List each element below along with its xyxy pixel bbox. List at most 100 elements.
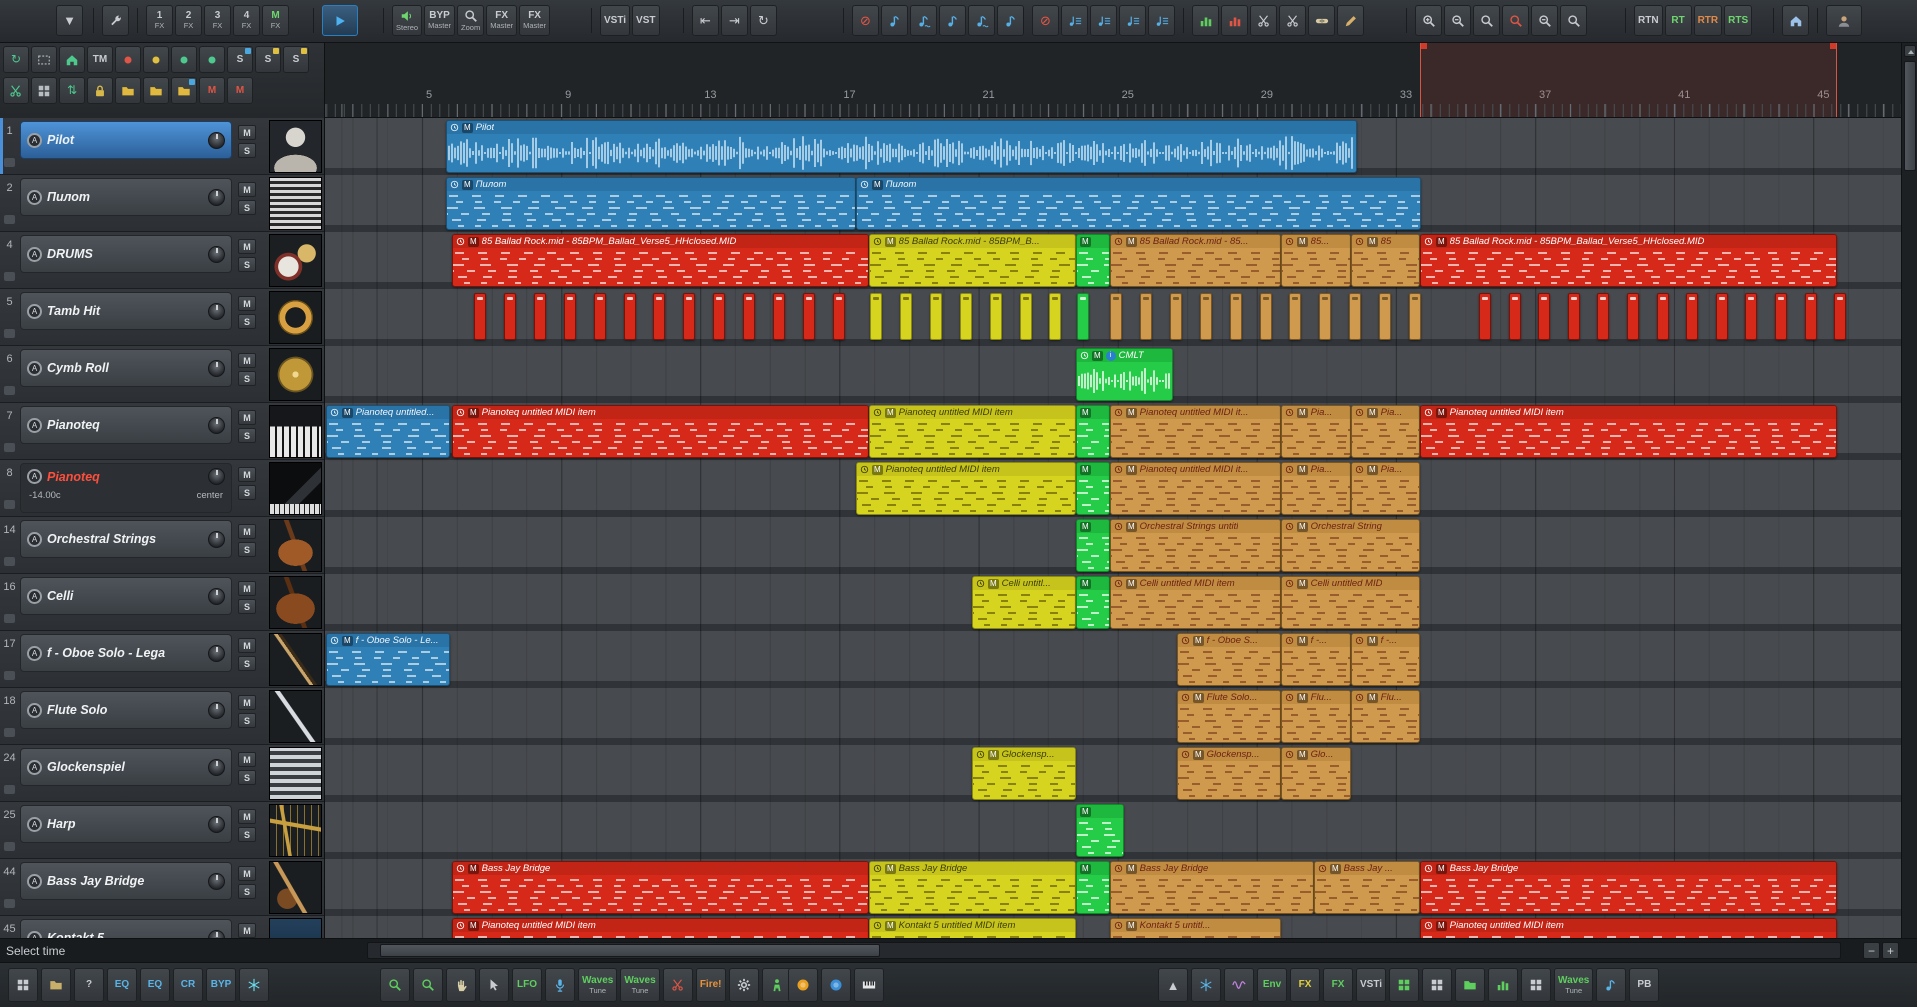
- meter-a[interactable]: [1192, 5, 1219, 36]
- options[interactable]: [102, 5, 129, 36]
- media-item[interactable]: M Bass Jay Bridge: [452, 861, 869, 914]
- media-item[interactable]: Mf -...: [1281, 633, 1351, 686]
- cursor-to-start[interactable]: ⇤: [692, 5, 719, 36]
- mute-button[interactable]: M: [238, 125, 256, 140]
- record-arm-button[interactable]: A: [27, 531, 42, 547]
- mute-button[interactable]: M: [238, 866, 256, 881]
- media-item-stab[interactable]: [1289, 293, 1302, 340]
- screenset-2[interactable]: 2 FX: [175, 5, 202, 36]
- media-item[interactable]: M Pia...: [1351, 462, 1420, 515]
- midi-tool-2[interactable]: [910, 5, 937, 36]
- media-item[interactable]: M Pianoteq untitled MIDI it...: [1110, 405, 1281, 458]
- media-item[interactable]: M: [1076, 861, 1110, 914]
- media-item[interactable]: M Celli untitled MIDI item: [1110, 576, 1281, 629]
- track-row-4[interactable]: 4 A DRUMS M S: [0, 232, 324, 289]
- freeze-b[interactable]: [1191, 968, 1221, 1002]
- pan-knob[interactable]: [208, 815, 225, 833]
- pan-knob[interactable]: [208, 701, 225, 719]
- media-item[interactable]: M Pianoteq untitled MIDI item: [869, 405, 1076, 458]
- crop-items[interactable]: [1279, 5, 1306, 36]
- media-item-stab[interactable]: [1379, 293, 1392, 340]
- master-byp[interactable]: BYP Master: [424, 5, 456, 36]
- cursor-to-end[interactable]: ⇥: [721, 5, 748, 36]
- media-item-stab[interactable]: [683, 293, 696, 340]
- media-item-stab[interactable]: [959, 293, 972, 340]
- media-item-stab[interactable]: [773, 293, 785, 340]
- mute-button[interactable]: M: [238, 467, 256, 482]
- midi-tool-5[interactable]: [997, 5, 1024, 36]
- track-row-6[interactable]: 6 A Cymb Roll M S: [0, 346, 324, 403]
- media-item-stab[interactable]: [1597, 293, 1610, 340]
- freeze-a[interactable]: [239, 968, 269, 1002]
- routing-rtr[interactable]: RTR: [1693, 5, 1723, 36]
- vertical-scrollbar[interactable]: [1901, 43, 1917, 938]
- solo-button[interactable]: S: [238, 428, 256, 443]
- nudge[interactable]: ⇅: [59, 77, 85, 104]
- media-item[interactable]: M Bass Jay Bridge: [869, 861, 1076, 914]
- solo-button[interactable]: S: [238, 770, 256, 785]
- zoom-in-h[interactable]: [1415, 5, 1442, 36]
- horizontal-scrollbar[interactable]: [367, 942, 1841, 959]
- mute-button[interactable]: M: [238, 182, 256, 197]
- record-arm-button[interactable]: A: [27, 759, 42, 775]
- solo-button[interactable]: S: [238, 143, 256, 158]
- view-home[interactable]: [59, 46, 85, 73]
- media-item-stab[interactable]: [1715, 293, 1728, 340]
- pitch-bend[interactable]: PB: [1629, 968, 1660, 1002]
- record-arm-button[interactable]: A: [27, 360, 42, 376]
- media-item-stab[interactable]: [832, 293, 845, 340]
- media-item-stab[interactable]: [870, 293, 882, 340]
- midi-input-off[interactable]: ⊘: [852, 5, 879, 36]
- media-item-stab[interactable]: [1804, 293, 1817, 340]
- media-item[interactable]: M Glockensp...: [972, 747, 1076, 800]
- mute-button[interactable]: M: [238, 923, 256, 938]
- pan-knob[interactable]: [208, 416, 225, 434]
- waves-tune-c[interactable]: Waves Tune: [1554, 968, 1594, 1002]
- midi-grid-1[interactable]: [1061, 5, 1088, 36]
- fire[interactable]: Fire!: [695, 968, 726, 1002]
- eq-b[interactable]: EQ: [140, 968, 170, 1002]
- mute-button[interactable]: M: [238, 695, 256, 710]
- mute-button[interactable]: M: [238, 809, 256, 824]
- track-name-box[interactable]: A Pilot: [20, 121, 232, 159]
- media-item[interactable]: M Bass Jay ...: [1314, 861, 1420, 914]
- pan-knob[interactable]: [208, 530, 225, 548]
- record-arm-button[interactable]: A: [27, 816, 42, 832]
- track-row-8[interactable]: 8 A Pianoteq -14.00c center M S: [0, 460, 324, 517]
- media-item[interactable]: M 85: [1351, 234, 1420, 287]
- media-item-stab[interactable]: [1019, 293, 1032, 340]
- zoom-in-button[interactable]: +: [1882, 942, 1899, 959]
- media-item[interactable]: Mf - Oboe S...: [1177, 633, 1281, 686]
- solo-button[interactable]: S: [238, 371, 256, 386]
- media-item-stab[interactable]: [899, 293, 912, 340]
- media-item[interactable]: M Glo...: [1281, 747, 1351, 800]
- grid-b[interactable]: [1422, 968, 1453, 1002]
- split-items[interactable]: [1250, 5, 1277, 36]
- record-arm-button[interactable]: A: [27, 588, 42, 604]
- mute-button[interactable]: M: [238, 581, 256, 596]
- mute-button[interactable]: M: [238, 410, 256, 425]
- logo-blue[interactable]: [821, 968, 851, 1002]
- media-item-stab[interactable]: [1077, 293, 1089, 340]
- media-item-stab[interactable]: [1627, 293, 1639, 340]
- media-item[interactable]: M Flute Solo...: [1177, 690, 1281, 743]
- media-item-stab[interactable]: [1479, 293, 1491, 340]
- screenset-3[interactable]: 3 FX: [204, 5, 231, 36]
- env-a[interactable]: [143, 46, 169, 73]
- screenset-m[interactable]: M FX: [262, 5, 289, 36]
- record-arm-button[interactable]: A: [27, 930, 42, 938]
- media-item-stab[interactable]: [1508, 293, 1521, 340]
- zoom-project[interactable]: [1560, 5, 1587, 36]
- pan-knob[interactable]: [208, 359, 225, 377]
- settings-gear[interactable]: [728, 968, 759, 1002]
- track-name-box[interactable]: A Pianoteq: [20, 406, 232, 444]
- pan-knob[interactable]: [208, 872, 225, 890]
- track-name-box[interactable]: A Pianoteq -14.00c center: [20, 463, 232, 513]
- media-item-stab[interactable]: [533, 293, 546, 340]
- zoom-tool-a[interactable]: [380, 968, 410, 1002]
- grid-toggle[interactable]: [31, 77, 57, 104]
- track-row-1[interactable]: 1 A Pilot M S: [0, 118, 324, 175]
- track-name-box[interactable]: A Tamb Hit: [20, 292, 232, 330]
- solo-button[interactable]: S: [238, 827, 256, 842]
- marquee-select[interactable]: [31, 46, 57, 73]
